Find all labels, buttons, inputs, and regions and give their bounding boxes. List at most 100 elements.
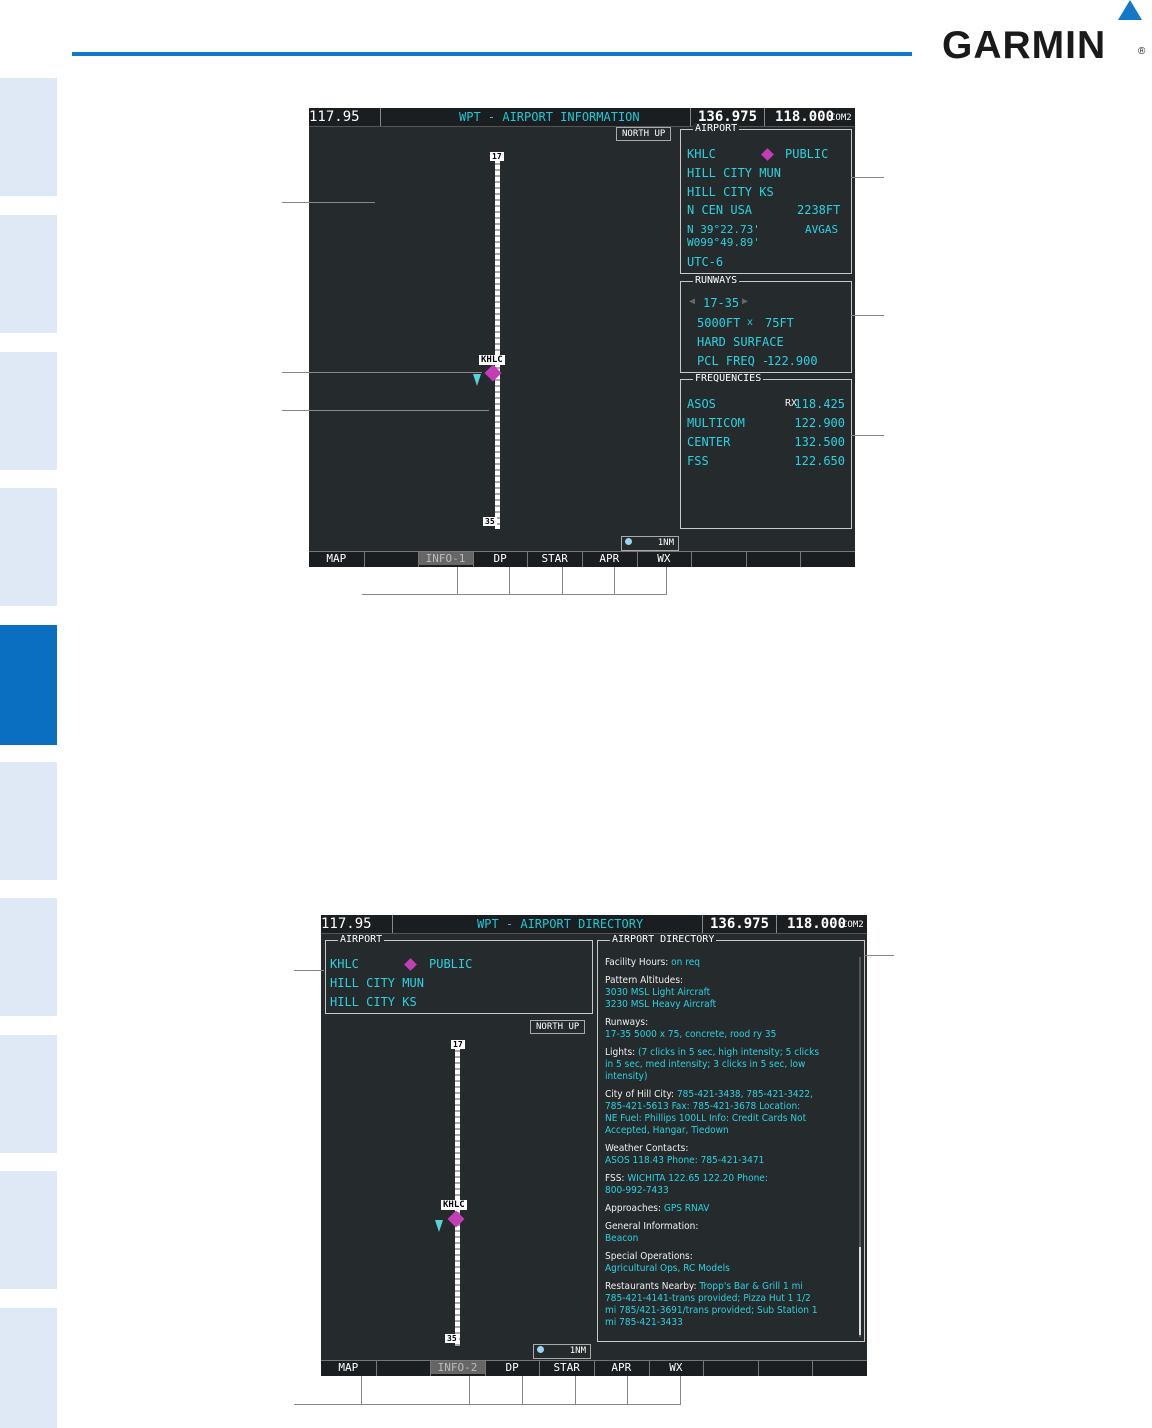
directory-label: Approaches:: [605, 1203, 664, 1214]
softkey-apr[interactable]: APR: [582, 552, 637, 565]
directory-line: Lights: (7 clicks in 5 sec, high intensi…: [605, 1047, 819, 1059]
directory-value: in 5 sec, med intensity; 3 clicks in 5 s…: [605, 1059, 806, 1070]
frequency-row[interactable]: MULTICOM 122.900: [687, 416, 845, 432]
top-bar: 117.95 WPT - AIRPORT DIRECTORY 136.975 1…: [321, 915, 867, 934]
frequency-value: 118.425: [794, 397, 845, 411]
airport-usage: PUBLIC: [785, 147, 829, 161]
directory-value: 17-35 5000 x 75, concrete, rood ry 35: [605, 1029, 777, 1040]
box-title: RUNWAYS: [693, 275, 740, 286]
header-rule: [72, 52, 912, 56]
map-scale-value: 1NM: [657, 538, 674, 548]
navigation-map[interactable]: NORTH UP 17 35 KHLC 1NM: [321, 1020, 591, 1360]
airport-symbol-icon[interactable]: [447, 1210, 465, 1228]
softkey-map[interactable]: MAP: [309, 552, 364, 565]
side-tab-6[interactable]: [0, 762, 57, 880]
softkey-apr[interactable]: APR: [594, 1361, 649, 1374]
side-tab-9[interactable]: [0, 1171, 57, 1289]
directory-label: Restaurants Nearby:: [605, 1281, 700, 1292]
callout-bracket: [294, 1404, 681, 1405]
softkey-wx[interactable]: WX: [649, 1361, 704, 1374]
directory-line: Pattern Altitudes:: [605, 975, 683, 987]
softkey-dp[interactable]: DP: [473, 552, 528, 565]
page-title: WPT - AIRPORT DIRECTORY: [477, 917, 644, 931]
directory-value: Accepted, Hangar, Tiedown: [605, 1125, 729, 1136]
runway-end-label-top: 17: [490, 152, 504, 161]
side-tab-1[interactable]: [0, 78, 57, 196]
directory-value: 3030 MSL Light Aircraft: [605, 987, 711, 998]
airport-city: HILL CITY KS: [330, 995, 417, 1009]
airport-region: N CEN USA: [687, 203, 753, 217]
directory-value: GPS RNAV: [663, 1203, 710, 1214]
softkey-wx[interactable]: WX: [637, 552, 692, 565]
directory-value: Agricultural Ops, RC Models: [605, 1263, 730, 1274]
directory-value: on req: [671, 957, 700, 968]
directory-line: 3030 MSL Light Aircraft: [605, 987, 710, 999]
nav-frequency: 117.95: [321, 916, 372, 932]
directory-scrollbar[interactable]: [859, 957, 861, 1337]
directory-line: Accepted, Hangar, Tiedown: [605, 1125, 729, 1137]
side-tab-3[interactable]: [0, 352, 57, 470]
frequency-row[interactable]: FSS 122.650: [687, 454, 845, 470]
directory-scrollbar-thumb[interactable]: [859, 1247, 861, 1335]
runway: [455, 1046, 460, 1346]
aircraft-icon: [473, 374, 481, 386]
softkey-map[interactable]: MAP: [321, 1361, 376, 1374]
directory-line: in 5 sec, med intensity; 3 clicks in 5 s…: [605, 1059, 805, 1071]
directory-line: Special Operations:: [605, 1251, 693, 1263]
airport-timezone: UTC-6: [687, 255, 724, 269]
screen-airport-directory: 117.95 WPT - AIRPORT DIRECTORY 136.975 1…: [321, 915, 867, 1376]
runway-next-arrow-icon[interactable]: ▶: [742, 296, 748, 307]
softkey-star[interactable]: STAR: [539, 1361, 594, 1374]
map-orientation[interactable]: NORTH UP: [530, 1020, 586, 1034]
frequency-row[interactable]: CENTER 132.500: [687, 435, 845, 451]
side-tab-5-active[interactable]: [0, 625, 57, 745]
logo-triangle-icon: [1118, 0, 1142, 20]
airport-info-box: AIRPORT KHLC PUBLIC HILL CITY MUN HILL C…: [325, 934, 593, 1014]
directory-value: ASOS 118.43 Phone: 785-421-3471: [605, 1155, 765, 1166]
airport-type-icon: [761, 148, 774, 161]
box-title: FREQUENCIES: [693, 373, 764, 384]
map-orientation[interactable]: NORTH UP: [616, 127, 672, 141]
directory-label: Lights:: [605, 1047, 639, 1058]
runway-designation[interactable]: 17-35: [703, 296, 739, 310]
side-tab-8[interactable]: [0, 1035, 57, 1153]
directory-label: General Information:: [605, 1221, 699, 1232]
side-tab-4[interactable]: [0, 488, 57, 606]
runway: [495, 159, 500, 529]
softkey-star[interactable]: STAR: [527, 552, 582, 565]
directory-value: 785-421-5613 Fax: 785-421-3678 Location:: [605, 1101, 801, 1112]
runway-pcl-label: PCL FREQ -: [697, 354, 770, 368]
nav-frequency: 117.95: [309, 109, 360, 125]
frequency-name: ASOS: [687, 397, 716, 411]
map-scale-value: 1NM: [569, 1346, 586, 1356]
top-bar: 117.95 WPT - AIRPORT INFORMATION 136.975…: [309, 108, 855, 127]
callout-line: [282, 410, 489, 411]
runway-end-label-top: 17: [451, 1040, 465, 1049]
directory-value: 785-421-3438, 785-421-3422,: [676, 1089, 813, 1100]
directory-line: mi 785-421-3433: [605, 1317, 683, 1329]
softkey-bar: MAP INFO-2 DP STAR APR WX: [321, 1360, 867, 1376]
navigation-map[interactable]: NORTH UP 17 35 KHLC 1NM: [309, 127, 679, 552]
side-tab-10[interactable]: [0, 1308, 57, 1428]
directory-line: Agricultural Ops, RC Models: [605, 1263, 730, 1275]
softkey-info-1[interactable]: INFO-1: [418, 552, 473, 565]
frequency-row[interactable]: ASOS RX 118.425: [687, 397, 845, 413]
side-tab-7[interactable]: [0, 898, 57, 1016]
runway-prev-arrow-icon[interactable]: ◀: [689, 296, 695, 307]
callout-line: [851, 315, 884, 316]
directory-line: General Information:: [605, 1221, 698, 1233]
runway-surface: HARD SURFACE: [697, 335, 784, 349]
frequency-name: FSS: [687, 454, 709, 468]
softkey-dp[interactable]: DP: [485, 1361, 540, 1374]
side-tab-2[interactable]: [0, 215, 57, 333]
directory-value: mi 785-421-3433: [605, 1317, 683, 1328]
callout-line: [851, 435, 884, 436]
directory-value: mi 785/421-3691/trans provided; Sub Stat…: [605, 1305, 818, 1316]
softkey-info-2[interactable]: INFO-2: [430, 1361, 485, 1374]
directory-value: 800-992-7433: [605, 1185, 669, 1196]
com-label: COM2: [842, 920, 864, 930]
frequency-value: 132.500: [794, 435, 845, 449]
directory-label: FSS:: [605, 1173, 628, 1184]
airport-directory-box[interactable]: AIRPORT DIRECTORY Facility Hours: on req…: [597, 934, 865, 1342]
airport-name: HILL CITY MUN: [687, 166, 781, 180]
